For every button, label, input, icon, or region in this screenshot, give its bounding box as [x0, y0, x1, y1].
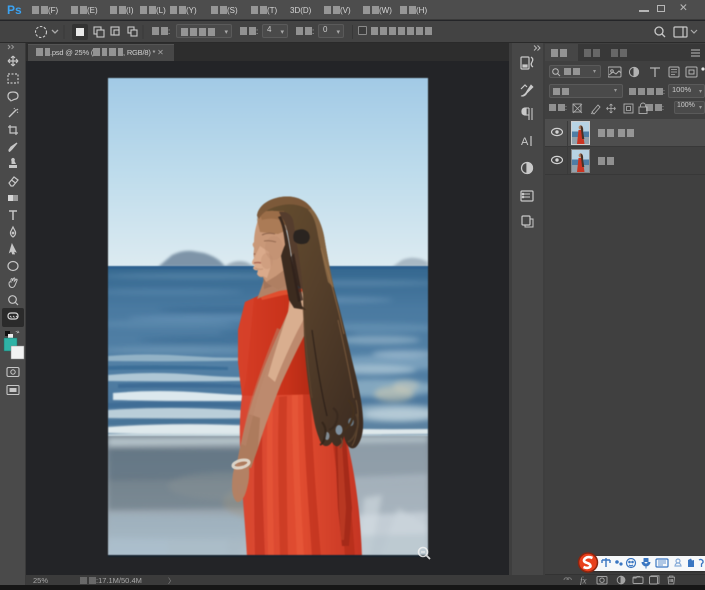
- svg-text:A: A: [521, 136, 529, 148]
- svg-text:fx: fx: [580, 576, 587, 586]
